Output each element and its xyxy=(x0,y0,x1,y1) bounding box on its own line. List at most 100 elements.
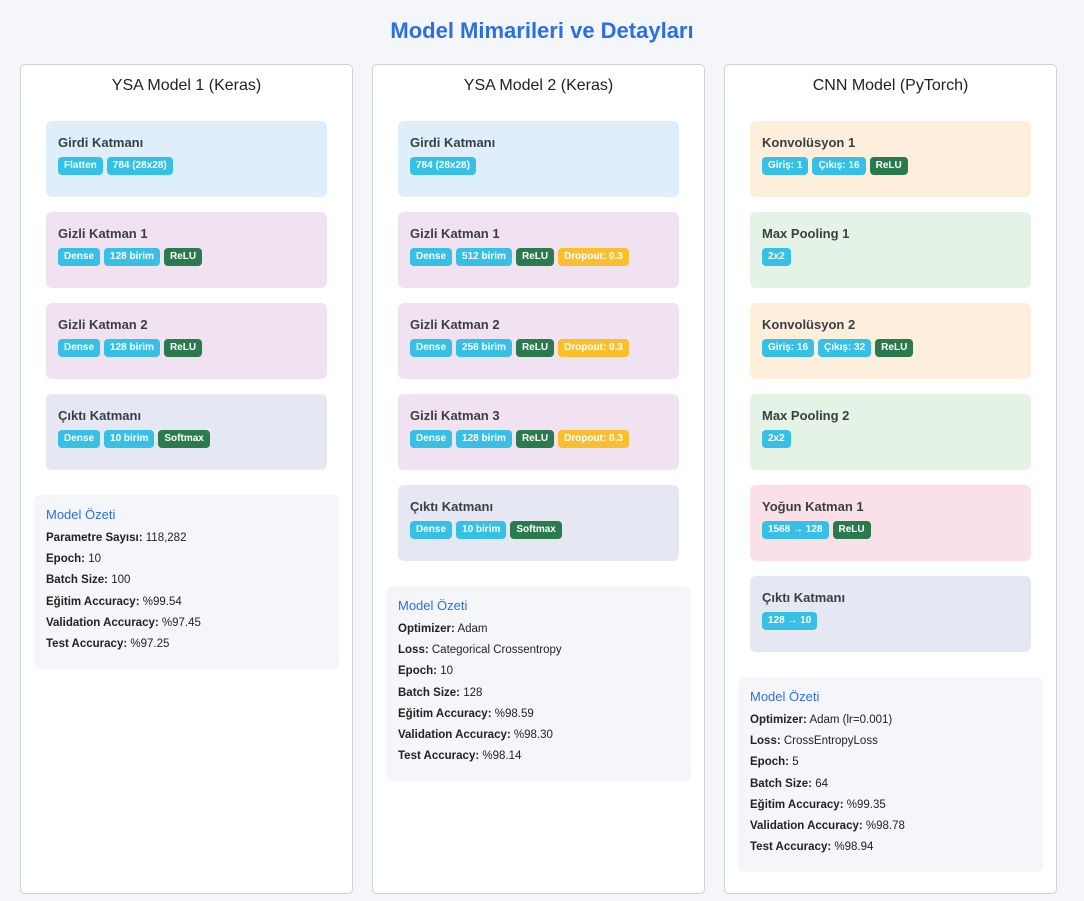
summary-value: %98.78 xyxy=(865,820,905,833)
summary-row: Batch Size: 64 xyxy=(750,774,1031,795)
summary-value: Adam xyxy=(457,623,488,635)
summary-value: %98.30 xyxy=(513,729,553,742)
layer-badge: Dense xyxy=(410,430,453,448)
summary-row: Batch Size: 100 xyxy=(46,570,327,591)
summary-key: Epoch: xyxy=(398,665,437,678)
layer-badge: Dense xyxy=(410,339,453,357)
page-title: Model Mimarileri ve Detayları xyxy=(390,18,694,43)
summary-key: Test Accuracy: xyxy=(398,750,480,763)
layer-badge: Softmax xyxy=(510,521,562,539)
summary-key: Loss: xyxy=(398,644,429,657)
layer-badges: 1568 → 128 ReLU xyxy=(762,521,1019,539)
summary-key: Validation Accuracy: xyxy=(46,616,159,629)
summary-value: %97.45 xyxy=(161,616,201,629)
summary-value: %98.94 xyxy=(834,841,874,854)
layer-block: Max Pooling 2 2x2 xyxy=(750,394,1031,470)
layer-name: Max Pooling 1 xyxy=(762,226,850,241)
summary-key: Epoch: xyxy=(750,756,789,769)
layer-badges: Dense 512 birim ReLU Dropout: 0.3 xyxy=(410,248,667,266)
layer-name: Gizli Katman 1 xyxy=(410,226,500,241)
layer-badge: Dense xyxy=(58,248,101,266)
layer-block: Çıktı Katmanı Dense 10 birim Softmax xyxy=(398,485,679,561)
summary-row: Loss: CrossEntropyLoss xyxy=(750,731,1031,752)
layer-badges: Dense 10 birim Softmax xyxy=(410,521,667,539)
layer-badge: Dense xyxy=(58,430,101,448)
model-summary: Model Özeti Parametre Sayısı: 118,282 Epoc… xyxy=(34,495,339,670)
layer-badges: 784 (28x28) xyxy=(410,157,667,175)
layer-list: Konvolüsyon 1 Giriş: 1 Çıkış: 16 ReLU Max Po… xyxy=(750,121,1031,667)
summary-value: Adam (lr=0.001) xyxy=(809,714,893,726)
summary-key: Validation Accuracy: xyxy=(750,820,863,833)
layer-name: Gizli Katman 3 xyxy=(410,408,500,423)
model-card-ysa-1: YSA Model 1 (Keras) Girdi Katmanı Flatten… xyxy=(20,64,353,894)
layer-badge: Dropout: 0.3 xyxy=(558,248,629,266)
summary-key: Eğitim Accuracy: xyxy=(750,798,844,811)
layer-badge: 784 (28x28) xyxy=(410,157,476,175)
summary-row: Eğitim Accuracy: %98.59 xyxy=(398,704,679,725)
layer-badge: 10 birim xyxy=(104,430,155,448)
layer-badge: 128 birim xyxy=(456,430,512,448)
summary-value: Categorical Crossentropy xyxy=(431,644,562,657)
layer-badge: Giriş: 1 xyxy=(762,157,809,175)
layer-block: Gizli Katman 1 Dense 512 birim ReLU Dropout:… xyxy=(398,212,679,288)
summary-row: Test Accuracy: %98.14 xyxy=(398,746,679,767)
layer-block: Max Pooling 1 2x2 xyxy=(750,212,1031,288)
layer-block: Gizli Katman 3 Dense 128 birim ReLU Dropout:… xyxy=(398,394,679,470)
summary-title: Model Özeti xyxy=(398,598,468,613)
summary-key: Optimizer: xyxy=(750,714,807,726)
layer-block: Yoğun Katman 1 1568 → 128 ReLU xyxy=(750,485,1031,561)
summary-row: Test Accuracy: %98.94 xyxy=(750,837,1031,858)
layer-badge: 1568 → 128 xyxy=(762,521,829,539)
layer-badge: Flatten xyxy=(58,157,103,175)
summary-key: Test Accuracy: xyxy=(46,638,128,651)
summary-value: 5 xyxy=(792,756,799,769)
layer-name: Max Pooling 2 xyxy=(762,408,850,423)
layer-badge: Çıkış: 16 xyxy=(812,157,866,175)
layer-badge: 256 birim xyxy=(456,339,512,357)
layer-badge: 784 (28x28) xyxy=(106,157,173,175)
summary-key: Eğitim Accuracy: xyxy=(398,707,492,720)
summary-key: Validation Accuracy: xyxy=(398,729,511,742)
layer-badge: Dense xyxy=(58,339,101,357)
summary-row: Loss: Categorical Crossentropy xyxy=(398,640,679,661)
summary-key: Parametre Sayısı: xyxy=(46,532,143,544)
layer-name: Gizli Katman 2 xyxy=(58,317,148,332)
layer-name: Gizli Katman 2 xyxy=(410,317,500,332)
layer-badges: Dense 128 birim ReLU Dropout: 0.3 xyxy=(410,430,667,448)
layer-badges: 2x2 xyxy=(762,248,1019,266)
layer-badge: ReLU xyxy=(869,157,908,175)
summary-row: Epoch: 10 xyxy=(46,549,327,570)
layer-block: Çıktı Katmanı Dense 10 birim Softmax xyxy=(46,394,327,470)
layer-block: Girdi Katmanı 784 (28x28) xyxy=(398,121,679,197)
layer-badge: Dropout: 0.3 xyxy=(558,430,629,448)
summary-row: Validation Accuracy: %98.78 xyxy=(750,816,1031,837)
layer-badges: Dense 128 birim ReLU xyxy=(58,339,315,357)
summary-key: Batch Size: xyxy=(46,574,108,587)
summary-key: Eğitim Accuracy: xyxy=(46,595,140,608)
layer-block: Konvolüsyon 2 Giriş: 16 Çıkış: 32 ReLU xyxy=(750,303,1031,379)
summary-row: Epoch: 10 xyxy=(398,661,679,682)
layer-badge: 128 → 10 xyxy=(762,612,818,630)
layer-badge: 2x2 xyxy=(762,430,791,448)
summary-key: Batch Size: xyxy=(398,686,460,699)
layer-badge: 128 birim xyxy=(104,248,160,266)
card-title: YSA Model 2 (Keras) xyxy=(463,77,614,94)
summary-title: Model Özeti xyxy=(46,507,116,522)
layer-badges: Giriş: 16 Çıkış: 32 ReLU xyxy=(762,339,1019,357)
summary-value: 10 xyxy=(88,553,101,566)
summary-value: %98.59 xyxy=(494,707,534,720)
layer-badge: ReLU xyxy=(515,339,555,357)
layer-badge: ReLU xyxy=(515,430,555,448)
layer-list: Girdi Katmanı 784 (28x28) Gizli Katman 1 De… xyxy=(398,121,679,576)
layer-name: Çıktı Katmanı xyxy=(410,499,494,514)
layer-badge: ReLU xyxy=(163,339,203,357)
layer-badges: Dense 256 birim ReLU Dropout: 0.3 xyxy=(410,339,667,357)
layer-block: Gizli Katman 1 Dense 128 birim ReLU xyxy=(46,212,327,288)
layer-badges: Flatten 784 (28x28) xyxy=(58,157,315,175)
layer-name: Çıktı Katmanı xyxy=(58,408,142,423)
model-summary: Model Özeti Optimizer: Adam (lr=0.001) Los… xyxy=(738,677,1043,873)
summary-key: Test Accuracy: xyxy=(750,841,832,854)
layer-badge: ReLU xyxy=(875,339,914,357)
layer-badge: Çıkış: 32 xyxy=(818,339,872,357)
summary-key: Optimizer: xyxy=(398,623,455,635)
